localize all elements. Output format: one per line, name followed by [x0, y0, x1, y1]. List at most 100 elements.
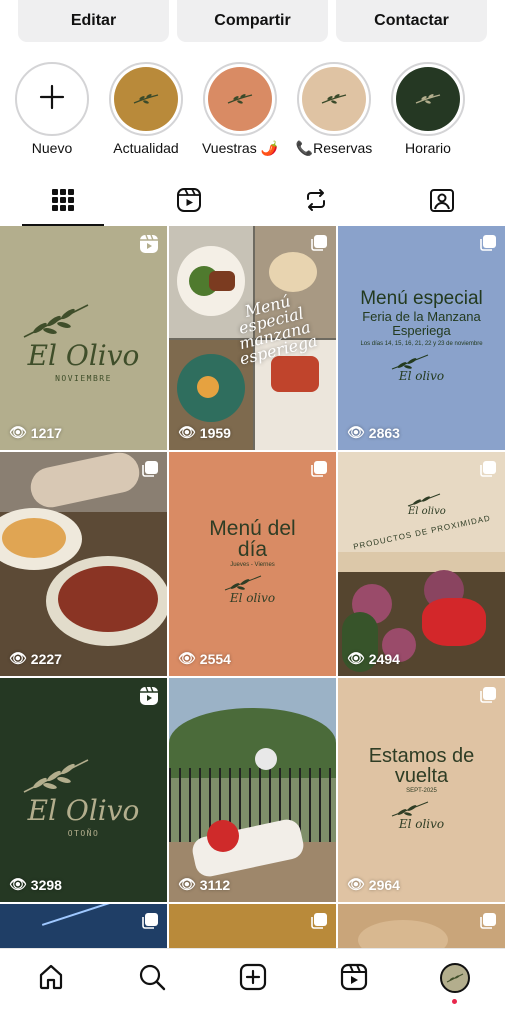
post-subtitle: OTOÑO — [67, 829, 100, 838]
reposts-icon — [303, 187, 329, 218]
grid-post[interactable]: Estamos de vuelta SEPT-2025 El olivo 👁 29… — [338, 678, 505, 902]
olive-branch-icon — [23, 304, 89, 338]
carousel-icon — [479, 912, 497, 935]
view-count: 👁 1959 — [178, 424, 231, 441]
carousel-icon — [479, 460, 497, 483]
photo-pastry — [358, 920, 448, 950]
contact-button[interactable]: Contactar — [336, 0, 487, 42]
share-button[interactable]: Compartir — [177, 0, 328, 42]
reels-icon — [176, 187, 202, 218]
highlight-ring — [391, 62, 465, 136]
view-count-value: 2554 — [199, 650, 231, 667]
post-dates: Los días 14, 15, 16, 21, 22 y 23 de novi… — [360, 341, 483, 347]
view-count: 👁 1217 — [9, 424, 62, 441]
story-highlights: Nuevo Actualidad Vuestras 🌶️ 📞Reservas H… — [0, 62, 505, 162]
olive-branch-icon — [23, 759, 89, 793]
view-count-value: 3298 — [30, 876, 62, 893]
post-brand: El olivo — [229, 591, 276, 605]
grid-post[interactable]: 👁 2227 — [0, 452, 167, 676]
post-date: SEPT-2025 — [406, 788, 437, 794]
highlight-reservas[interactable]: 📞Reservas — [292, 62, 376, 157]
grid-post[interactable]: El olivo PRODUCTOS DE PROXIMIDAD 👁 2494 — [338, 452, 505, 676]
highlight-label: Vuestras 🌶️ — [201, 140, 279, 156]
highlight-ring — [203, 62, 277, 136]
carousel-icon — [479, 234, 497, 257]
tab-reels[interactable] — [126, 178, 252, 226]
eye-icon: 👁 — [9, 876, 27, 892]
grid-post[interactable]: El Olivo NOVIEMBRE 👁 1217 — [0, 226, 167, 450]
tab-reposts[interactable] — [253, 178, 379, 226]
eye-icon: 👁 — [178, 424, 196, 440]
post-subtitle: NOVIEMBRE — [55, 374, 112, 383]
posts-grid: El Olivo NOVIEMBRE 👁 1217 Menú especial m… — [0, 226, 505, 950]
view-count: 👁 3298 — [9, 876, 62, 893]
grid-post[interactable]: El Olivo OTOÑO 👁 3298 — [0, 678, 167, 902]
nav-reels[interactable] — [303, 949, 404, 1024]
grid-post[interactable]: 👁 3112 — [169, 678, 336, 902]
highlight-actualidad[interactable]: Actualidad — [104, 62, 188, 156]
eye-icon: 👁 — [9, 650, 27, 666]
highlight-ring — [297, 62, 371, 136]
highlight-vuestras[interactable]: Vuestras 🌶️ — [198, 62, 282, 157]
view-count-value: 2964 — [368, 876, 400, 893]
olive-branch-icon — [446, 973, 463, 983]
photo-flowerpot — [255, 748, 277, 770]
nav-search[interactable] — [101, 949, 202, 1024]
carousel-icon — [310, 460, 328, 483]
view-count: 👁 2964 — [347, 876, 400, 893]
highlight-horario[interactable]: Horario — [386, 62, 470, 156]
view-count: 👁 2227 — [9, 650, 62, 667]
olive-branch-icon — [208, 67, 272, 131]
view-count: 👁 2863 — [347, 424, 400, 441]
post-title: Menú especial — [360, 288, 483, 309]
carousel-icon — [141, 912, 159, 935]
view-count-value: 2863 — [368, 424, 400, 441]
highlight-label: Nuevo — [31, 140, 73, 156]
highlight-ring — [15, 62, 89, 136]
grid-post[interactable] — [0, 904, 167, 950]
grid-post[interactable]: Menú del día Jueves - Viernes El olivo 👁… — [169, 452, 336, 676]
grid-icon — [52, 188, 75, 216]
plus-icon — [39, 82, 65, 116]
carousel-icon — [310, 912, 328, 935]
olive-branch-icon — [224, 575, 262, 591]
grid-post[interactable]: Menú especial manzana esperiega 👁 1959 — [169, 226, 336, 450]
carousel-icon — [141, 460, 159, 483]
profile-tabs — [0, 178, 505, 226]
grid-post[interactable] — [338, 904, 505, 950]
photo-flower — [207, 820, 239, 852]
view-count: 👁 2554 — [178, 650, 231, 667]
profile-avatar — [439, 963, 470, 993]
reels-icon — [340, 963, 368, 1024]
highlight-new[interactable]: Nuevo — [10, 62, 94, 156]
tab-grid[interactable] — [0, 178, 126, 226]
edit-button[interactable]: Editar — [18, 0, 169, 42]
post-subtitle: Feria de la Manzana Esperiega — [362, 309, 481, 338]
grid-post[interactable] — [169, 904, 336, 950]
nav-home[interactable] — [0, 949, 101, 1024]
nav-create[interactable] — [202, 949, 303, 1024]
photo-light-streak — [41, 904, 129, 926]
post-brand: El olivo — [398, 817, 445, 831]
photo-pepper — [422, 598, 486, 646]
post-brand: El Olivo — [27, 339, 140, 372]
olive-branch-icon — [391, 801, 429, 817]
create-icon — [239, 963, 267, 1024]
view-count: 👁 3112 — [178, 876, 230, 893]
tab-tagged[interactable] — [379, 178, 505, 226]
eye-icon: 👁 — [178, 876, 196, 892]
bottom-nav — [0, 948, 505, 1024]
carousel-icon — [310, 234, 328, 257]
view-count-value: 1217 — [30, 424, 62, 441]
highlight-label: Actualidad — [113, 140, 179, 156]
view-count-value: 1959 — [199, 424, 231, 441]
post-brand: El olivo — [408, 506, 446, 517]
eye-icon: 👁 — [347, 650, 365, 666]
grid-post[interactable]: Menú especial Feria de la Manzana Esperi… — [338, 226, 505, 450]
highlight-label: Horario — [405, 140, 451, 156]
reel-icon — [139, 686, 159, 711]
highlight-ring — [109, 62, 183, 136]
photo-plate — [0, 508, 82, 570]
profile-actions: Editar Compartir Contactar — [18, 0, 487, 42]
nav-profile[interactable] — [404, 949, 505, 1024]
